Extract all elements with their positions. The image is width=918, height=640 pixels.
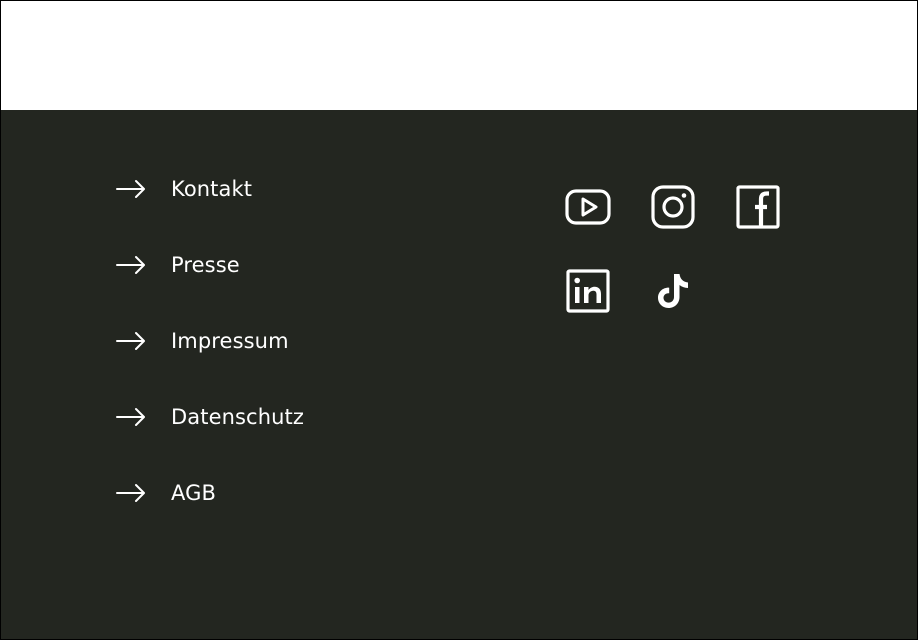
instagram-button[interactable] bbox=[650, 184, 696, 230]
footer-link-label[interactable]: Presse bbox=[171, 253, 240, 277]
footer-navigation: Kontakt Presse Impressum Datenschutz AGB bbox=[115, 172, 304, 552]
footer-link-label[interactable]: Impressum bbox=[171, 329, 289, 353]
arrow-right-icon bbox=[116, 484, 145, 502]
arrow-right-icon bbox=[116, 256, 145, 274]
footer-link-label[interactable]: Kontakt bbox=[171, 177, 252, 201]
arrow-right-icon bbox=[116, 332, 145, 350]
social-row-2 bbox=[565, 268, 795, 314]
footer-link-kontakt[interactable]: Kontakt bbox=[115, 172, 304, 206]
footer-link-impressum[interactable]: Impressum bbox=[115, 324, 304, 358]
facebook-button[interactable] bbox=[735, 184, 781, 230]
social-row-1 bbox=[565, 184, 795, 230]
site-footer: Kontakt Presse Impressum Datenschutz AGB bbox=[1, 110, 917, 639]
instagram-icon bbox=[651, 185, 695, 229]
youtube-button[interactable] bbox=[565, 184, 611, 230]
footer-link-presse[interactable]: Presse bbox=[115, 248, 304, 282]
footer-link-label[interactable]: AGB bbox=[171, 481, 216, 505]
linkedin-icon bbox=[566, 269, 610, 313]
facebook-icon bbox=[736, 185, 780, 229]
youtube-icon bbox=[565, 189, 611, 225]
footer-link-label[interactable]: Datenschutz bbox=[171, 405, 304, 429]
arrow-right-icon bbox=[116, 180, 145, 198]
social-links bbox=[565, 184, 795, 352]
page-frame: Kontakt Presse Impressum Datenschutz AGB bbox=[0, 0, 918, 640]
footer-link-agb[interactable]: AGB bbox=[115, 476, 304, 510]
tiktok-button[interactable] bbox=[650, 268, 696, 314]
footer-link-datenschutz[interactable]: Datenschutz bbox=[115, 400, 304, 434]
arrow-right-icon bbox=[116, 408, 145, 426]
tiktok-icon bbox=[658, 274, 688, 308]
linkedin-button[interactable] bbox=[565, 268, 611, 314]
page-top-area bbox=[1, 1, 917, 110]
